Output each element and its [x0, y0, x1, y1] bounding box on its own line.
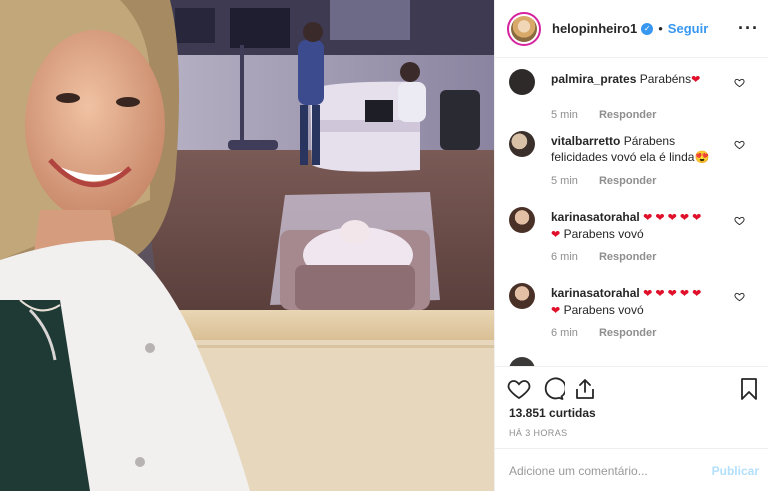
commenter-avatar[interactable]	[509, 131, 535, 157]
comment-time: 5 min	[551, 175, 578, 187]
red-hearts-emoji-icon: ❤ ❤ ❤ ❤ ❤	[643, 288, 702, 300]
post-header: helopinheiro1 ✓ • Seguir ···	[495, 0, 768, 58]
comment-text: Parabens vovó	[563, 303, 644, 317]
publish-button[interactable]: Publicar	[712, 464, 759, 478]
reply-button[interactable]: Responder	[599, 175, 656, 187]
comment-username[interactable]: karinasatorahal	[551, 210, 640, 224]
post-side-panel: helopinheiro1 ✓ • Seguir ··· palmira_pra…	[494, 0, 768, 491]
heart-eyes-emoji-icon: 😍	[694, 150, 710, 164]
comment-bubble-icon[interactable]	[541, 377, 565, 401]
selfie-nursery-image	[0, 0, 494, 491]
share-icon[interactable]	[573, 377, 597, 401]
author-avatar[interactable]	[507, 11, 541, 46]
red-heart-emoji-icon: ❤	[551, 229, 561, 241]
comment-body: palmira_prates Parabéns❤	[551, 71, 729, 88]
reply-button[interactable]: Responder	[599, 109, 656, 121]
comment-composer: Publicar	[495, 448, 768, 491]
comment-username[interactable]: palmira_prates	[551, 72, 636, 86]
like-heart-icon[interactable]	[507, 377, 531, 401]
follow-button[interactable]: Seguir	[668, 21, 708, 36]
comment-time: 6 min	[551, 251, 578, 263]
comment-body: karinasatorahal ❤ ❤ ❤ ❤ ❤ ❤ Parabens vov…	[551, 209, 729, 243]
red-heart-emoji-icon: ❤	[551, 305, 561, 317]
like-comment-icon[interactable]	[734, 139, 745, 150]
comment-username[interactable]: vitalbarretto	[551, 134, 620, 148]
like-comment-icon[interactable]	[734, 77, 745, 88]
comment-input[interactable]	[509, 462, 709, 480]
comment-meta: 6 min Responder	[551, 251, 656, 263]
commenter-avatar[interactable]	[509, 69, 535, 95]
comment-text: Parabens vovó	[563, 227, 644, 241]
more-options-icon[interactable]: ···	[738, 18, 759, 39]
reply-button[interactable]: Responder	[599, 251, 656, 263]
likes-count[interactable]: 13.851 curtidas	[509, 406, 596, 420]
author-avatar-image	[511, 15, 537, 42]
verified-badge-icon: ✓	[641, 22, 654, 35]
like-comment-icon[interactable]	[734, 215, 745, 226]
reply-button[interactable]: Responder	[599, 327, 656, 339]
comment-text: Parabéns	[639, 72, 692, 86]
bookmark-icon[interactable]	[737, 377, 761, 401]
comment-username[interactable]: karinasatorahal	[551, 286, 640, 300]
comment-meta: 5 min Responder	[551, 175, 656, 187]
comment-meta: 5 min Responder	[551, 109, 656, 121]
red-heart-emoji-icon: ❤	[691, 74, 701, 86]
comment-body: vitalbarretto Párabens felicidades vovó …	[551, 133, 729, 165]
post-photo[interactable]	[0, 0, 494, 491]
author-username[interactable]: helopinheiro1	[552, 21, 637, 36]
comment-meta: 6 min Responder	[551, 327, 656, 339]
commenter-avatar[interactable]	[509, 357, 535, 366]
comment-time: 6 min	[551, 327, 578, 339]
header-separator: •	[658, 21, 663, 36]
comments-list[interactable]: palmira_prates Parabéns❤ 5 min Responder…	[495, 59, 768, 366]
comment-body: karinasatorahal ❤ ❤ ❤ ❤ ❤ ❤ Parabens vov…	[551, 285, 729, 319]
comment-time: 5 min	[551, 109, 578, 121]
like-comment-icon[interactable]	[734, 291, 745, 302]
post-actions-bar	[495, 366, 768, 410]
commenter-avatar[interactable]	[509, 283, 535, 309]
post-time[interactable]: HÁ 3 HORAS	[509, 428, 568, 438]
commenter-avatar[interactable]	[509, 207, 535, 233]
red-hearts-emoji-icon: ❤ ❤ ❤ ❤ ❤	[643, 212, 702, 224]
